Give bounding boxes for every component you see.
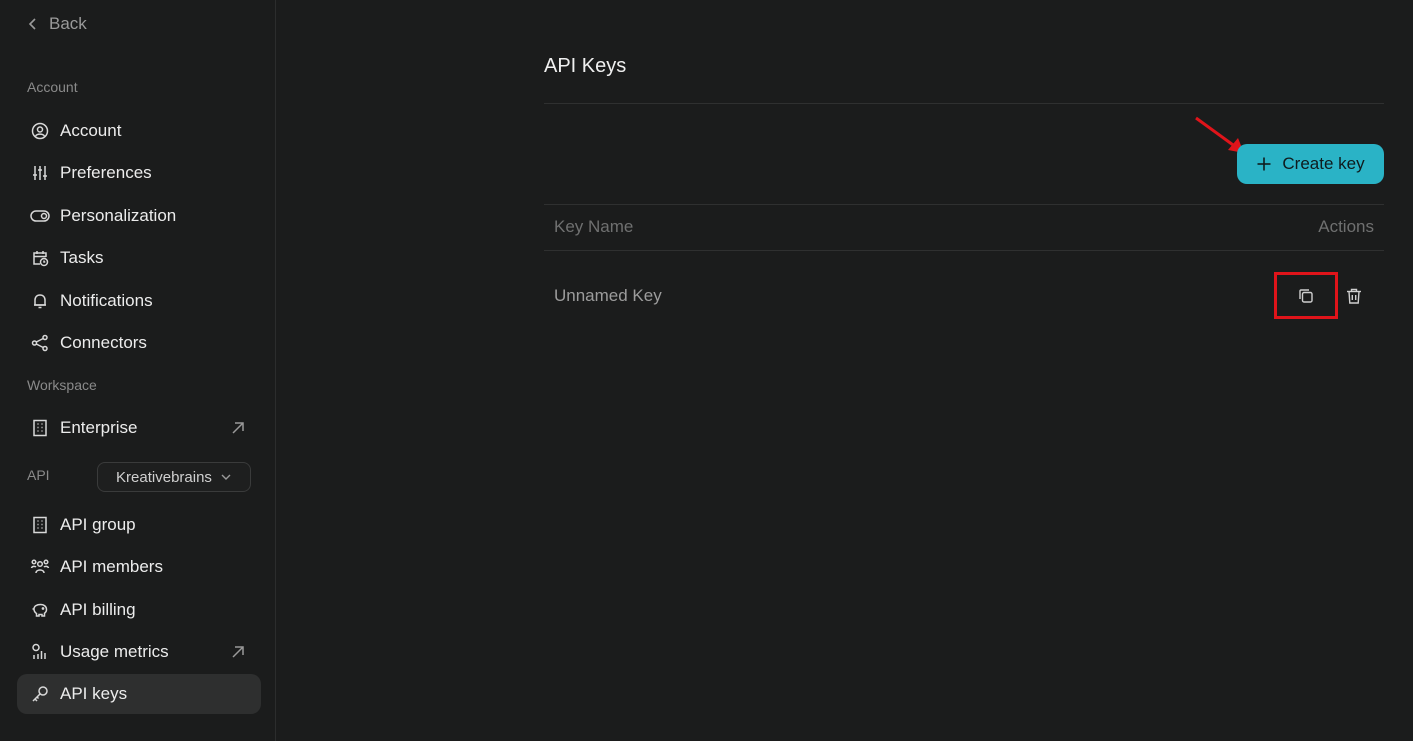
sidebar-item-label: Notifications	[60, 291, 153, 310]
section-label-account: Account	[27, 79, 78, 95]
sidebar-item-label: Personalization	[60, 206, 177, 225]
column-header-key-name: Key Name	[554, 217, 634, 236]
section-label-api: API	[27, 467, 50, 483]
share-nodes-icon	[30, 333, 50, 353]
sidebar-item-api-keys[interactable]: API keys	[17, 674, 261, 714]
sidebar-item-usage-metrics[interactable]: Usage metrics	[17, 632, 261, 672]
external-link-icon	[232, 646, 244, 658]
toggle-icon	[30, 206, 50, 226]
sidebar-item-connectors[interactable]: Connectors	[17, 323, 261, 363]
chart-icon	[30, 642, 50, 662]
create-key-label: Create key	[1282, 154, 1365, 173]
sidebar-item-api-members[interactable]: API members	[17, 547, 261, 587]
sidebar-item-api-group[interactable]: API group	[17, 505, 261, 545]
sidebar-item-enterprise[interactable]: Enterprise	[17, 408, 261, 448]
sidebar-item-label: Connectors	[60, 333, 147, 352]
column-header-actions: Actions	[1318, 217, 1374, 236]
key-icon	[30, 684, 50, 704]
create-key-button[interactable]: Create key	[1237, 144, 1384, 184]
calendar-clock-icon	[30, 248, 50, 268]
chevron-left-icon	[28, 18, 36, 30]
sidebar-item-notifications[interactable]: Notifications	[17, 281, 261, 321]
table-top-border	[544, 204, 1384, 205]
main-content: API Keys Create key Key Name Actions Unn…	[277, 0, 1413, 741]
back-button[interactable]: Back	[27, 14, 87, 34]
sidebar-item-label: Usage metrics	[60, 642, 169, 661]
chevron-down-icon	[221, 474, 231, 480]
key-name-cell: Unnamed Key	[554, 286, 662, 305]
sidebar-item-label: Preferences	[60, 163, 152, 182]
trash-icon	[1347, 288, 1361, 304]
table-header-border	[544, 250, 1384, 251]
sidebar-item-label: API group	[60, 515, 136, 534]
sidebar-item-label: API keys	[60, 684, 128, 703]
sidebar-item-personalization[interactable]: Personalization	[17, 196, 261, 236]
building-icon	[30, 515, 50, 535]
sidebar: Back Account Account Preferences Persona…	[0, 0, 276, 741]
app-window: Back Account Account Preferences Persona…	[0, 0, 1413, 741]
sidebar-item-preferences[interactable]: Preferences	[17, 153, 261, 193]
copy-icon	[1299, 288, 1313, 303]
users-icon	[30, 557, 50, 577]
external-link-icon	[232, 422, 244, 434]
copy-key-button[interactable]	[1274, 272, 1338, 319]
piggy-bank-icon	[30, 600, 50, 620]
sidebar-item-label: Tasks	[60, 248, 104, 267]
sidebar-item-account[interactable]: Account	[17, 111, 261, 151]
delete-key-button[interactable]	[1343, 285, 1365, 307]
sidebar-item-tasks[interactable]: Tasks	[17, 238, 261, 278]
back-label: Back	[49, 14, 87, 33]
api-group-select-value: Kreativebrains	[116, 468, 212, 486]
divider	[544, 103, 1384, 104]
section-label-workspace: Workspace	[27, 377, 97, 393]
page-title: API Keys	[544, 55, 627, 77]
sliders-icon	[30, 163, 50, 183]
user-circle-icon	[30, 121, 50, 141]
plus-icon	[1257, 157, 1271, 171]
sidebar-item-label: Account	[60, 121, 122, 140]
building-icon	[30, 418, 50, 438]
sidebar-item-label: Enterprise	[60, 418, 138, 437]
sidebar-item-label: API billing	[60, 600, 136, 619]
bell-icon	[30, 291, 50, 311]
api-group-select[interactable]: Kreativebrains	[97, 462, 251, 492]
sidebar-item-label: API members	[60, 557, 163, 576]
sidebar-item-api-billing[interactable]: API billing	[17, 590, 261, 630]
